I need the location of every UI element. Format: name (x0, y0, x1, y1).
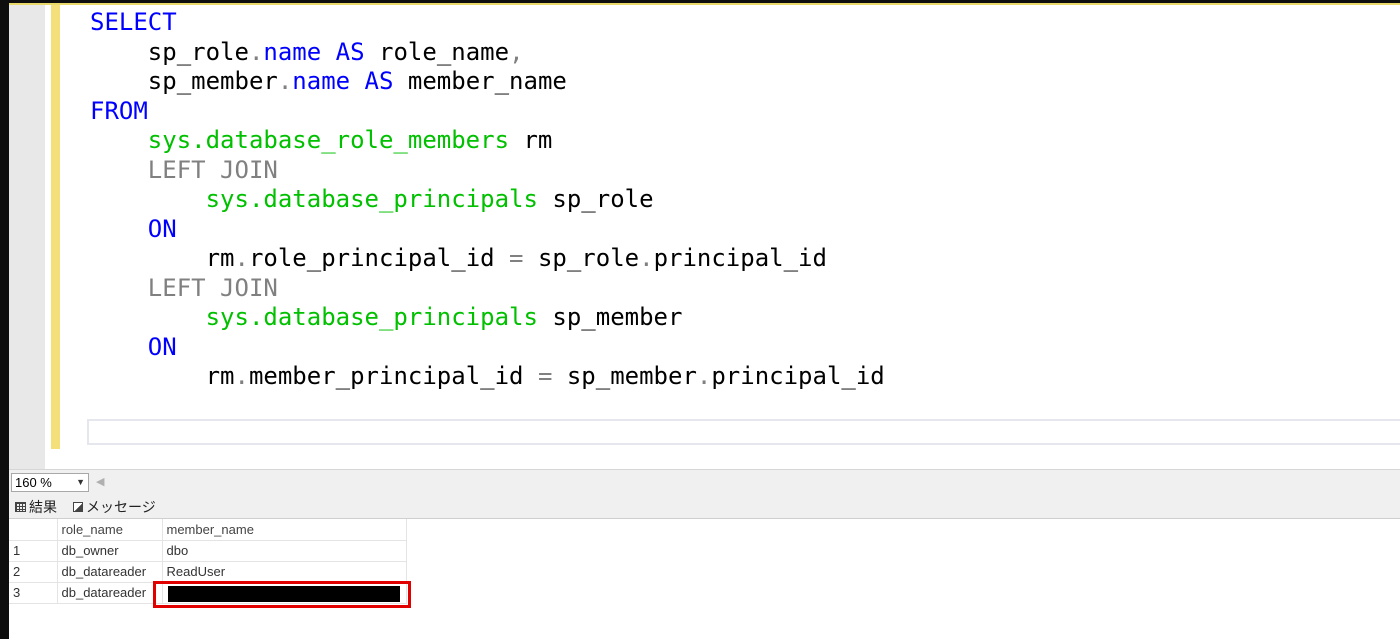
code-line-12: ON (90, 333, 885, 363)
keyword-as: AS (364, 67, 394, 95)
alias: role_name (379, 37, 510, 66)
identifier: sp_member (147, 67, 278, 95)
column: principal_id (653, 244, 827, 272)
identifier: rm (205, 362, 235, 390)
code-line-11: sys.database_principals sp_member (90, 303, 885, 333)
column: member_principal_id (248, 362, 524, 390)
zoom-bar: 160 % ▼ ◀ (9, 469, 1400, 493)
keyword-on: ON (147, 332, 177, 361)
code-line-4: FROM (90, 97, 885, 127)
equals-operator: = (509, 244, 524, 272)
dot-operator: . (234, 244, 249, 272)
cell-member-name[interactable]: ReadUser (162, 561, 407, 583)
grid-icon (15, 502, 26, 512)
system-table: sys.database_principals (205, 185, 538, 213)
zoom-value: 160 % (15, 475, 52, 490)
table-row[interactable]: 1 db_owner dbo (9, 540, 407, 562)
tab-messages[interactable]: メッセージ (73, 497, 156, 517)
cell-member-name[interactable]: dbo (162, 540, 407, 562)
keyword-name: name (263, 37, 322, 66)
column: role_principal_id (248, 244, 495, 272)
tab-messages-label: メッセージ (86, 499, 156, 515)
equals-operator: = (537, 362, 553, 390)
keyword-on: ON (147, 214, 177, 243)
identifier: rm (205, 244, 235, 272)
identifier: sp_member (566, 362, 697, 390)
column-header-member-name[interactable]: member_name (162, 519, 407, 541)
alias: sp_member (552, 303, 683, 331)
column-header-role-name[interactable]: role_name (57, 519, 163, 541)
red-highlight-box (153, 581, 411, 608)
sql-code[interactable]: SELECT sp_role.name AS role_name, sp_mem… (90, 8, 885, 392)
zoom-select[interactable]: 160 % ▼ (11, 473, 89, 492)
dot-operator: . (234, 362, 249, 390)
editor-gutter (9, 5, 45, 471)
keyword-left-join: LEFT JOIN (147, 155, 278, 184)
identifier: sp_role (147, 37, 249, 66)
tab-results-label: 結果 (29, 499, 57, 515)
code-line-9: rm.role_principal_id = sp_role.principal… (90, 244, 885, 274)
code-line-10: LEFT JOIN (90, 274, 885, 304)
ssms-query-window: SELECT sp_role.name AS role_name, sp_mem… (9, 3, 1400, 639)
row-number: 1 (9, 540, 58, 562)
dot-operator: . (696, 362, 712, 390)
cell-role-name[interactable]: db_datareader (57, 582, 163, 604)
cell-role-name[interactable]: db_owner (57, 540, 163, 562)
message-icon (73, 502, 83, 512)
keyword-name: name (292, 67, 351, 95)
dot-operator: . (639, 244, 654, 272)
change-tracking-bar (51, 5, 60, 449)
chevron-down-icon[interactable]: ▼ (76, 474, 85, 491)
header-row: role_name member_name (9, 519, 407, 541)
dot-operator: . (248, 37, 264, 66)
code-line-5: sys.database_role_members rm (90, 126, 885, 156)
row-number: 2 (9, 561, 58, 583)
comma: , (509, 37, 524, 66)
results-grid-pane: role_name member_name 1 db_owner dbo 2 d… (9, 519, 1400, 639)
table-row[interactable]: 2 db_datareader ReadUser (9, 561, 407, 583)
code-line-8: ON (90, 215, 885, 245)
query-editor[interactable]: SELECT sp_role.name AS role_name, sp_mem… (9, 3, 1400, 471)
screenshot-frame: SELECT sp_role.name AS role_name, sp_mem… (0, 0, 1400, 639)
row-number: 3 (9, 582, 58, 604)
code-line-2: sp_role.name AS role_name, (90, 38, 885, 68)
tab-results[interactable]: 結果 (15, 497, 57, 517)
system-table: sys.database_role_members (147, 126, 510, 154)
code-line-13: rm.member_principal_id = sp_member.princ… (90, 362, 885, 392)
cell-role-name[interactable]: db_datareader (57, 561, 163, 583)
keyword-select: SELECT (90, 8, 177, 36)
code-line-6: LEFT JOIN (90, 156, 885, 186)
code-line-1: SELECT (90, 8, 885, 38)
dot-operator: . (277, 67, 293, 95)
column: principal_id (711, 362, 885, 390)
alias: member_name (407, 67, 567, 95)
row-number-header (9, 519, 58, 541)
code-line-3: sp_member.name AS member_name (90, 67, 885, 97)
identifier: sp_role (537, 244, 640, 272)
results-tab-strip: 結果 メッセージ (9, 493, 1400, 519)
scroll-left-icon[interactable]: ◀ (96, 475, 104, 488)
keyword-as: AS (335, 37, 365, 66)
current-line-highlight[interactable] (87, 419, 1400, 445)
system-table: sys.database_principals (205, 303, 538, 331)
alias: rm (523, 126, 553, 154)
alias: sp_role (552, 185, 654, 213)
keyword-left-join: LEFT JOIN (147, 273, 278, 302)
outer-border-left (0, 0, 9, 639)
keyword-from: FROM (90, 96, 148, 125)
code-line-7: sys.database_principals sp_role (90, 185, 885, 215)
